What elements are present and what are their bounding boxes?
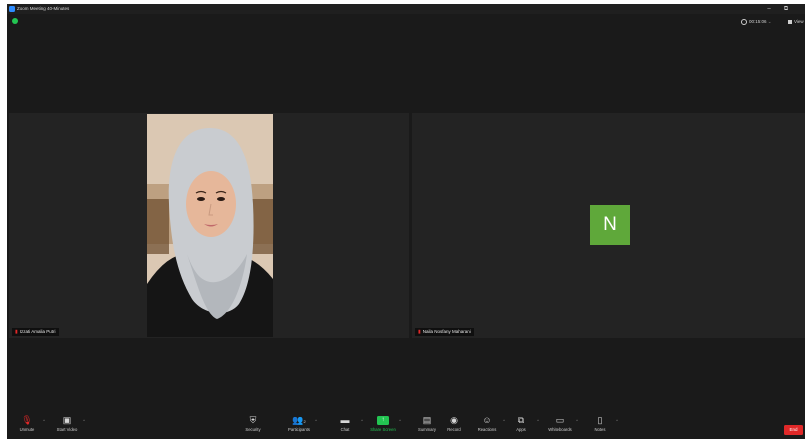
share-screen-icon: ↑	[377, 416, 389, 425]
window-title: Zoom Meeting 40-Minutes	[17, 6, 70, 11]
participant-name: Naila Nosfany Maharani	[422, 329, 471, 334]
chevron-up-icon[interactable]: ^	[576, 418, 578, 423]
notes-icon: ▯	[597, 415, 603, 425]
mic-muted-icon: ▮	[15, 329, 18, 335]
mic-muted-icon: ▮	[418, 329, 421, 335]
avatar: N	[590, 205, 630, 245]
minimize-button[interactable]: –	[762, 4, 776, 14]
zoom-logo-icon	[9, 6, 15, 12]
start-video-label: Start Video	[56, 427, 78, 432]
chat-label: Chat	[340, 427, 350, 432]
shield-icon: ⛨	[249, 415, 257, 425]
zoom-meeting-window: Zoom Meeting 40-Minutes – ⧉ 00:15:06 ⌄ V…	[7, 4, 805, 439]
clock-icon	[741, 18, 747, 25]
participant-name: Izzati Amalia Putri	[19, 329, 56, 334]
participant-name-tag: ▮ Naila Nosfany Maharani	[415, 328, 474, 336]
start-video-button[interactable]: ▣ Start Video ^	[47, 414, 87, 438]
participants-button[interactable]: 👥2 Participants ^	[279, 414, 319, 438]
participants-count: 2	[303, 419, 306, 424]
chevron-up-icon[interactable]: ^	[616, 418, 618, 423]
security-label: Security	[245, 427, 261, 432]
participant-name-tag: ▮ Izzati Amalia Putri	[12, 328, 59, 336]
security-button[interactable]: ⛨ Security	[233, 414, 273, 438]
participants-label: Participants	[288, 427, 310, 432]
timer-text: 00:15:06	[749, 19, 767, 24]
view-label: View	[794, 19, 804, 24]
chat-button[interactable]: ▬ Chat ^	[325, 414, 365, 438]
encryption-shield-icon[interactable]	[12, 18, 18, 24]
share-screen-button[interactable]: ↑ Share Screen ^	[363, 414, 403, 438]
view-button[interactable]: View	[788, 17, 804, 27]
notes-label: Notes	[594, 427, 606, 432]
grid-view-icon	[788, 19, 792, 24]
whiteboards-button[interactable]: ▭ Whiteboards ^	[540, 414, 580, 438]
whiteboard-icon: ▭	[555, 415, 565, 425]
whiteboards-label: Whiteboards	[548, 427, 572, 432]
title-bar: Zoom Meeting 40-Minutes – ⧉	[7, 4, 805, 14]
participant-video	[147, 114, 273, 337]
video-tile-naila[interactable]: N ▮ Naila Nosfany Maharani	[412, 113, 805, 338]
end-meeting-button[interactable]: End	[784, 425, 803, 435]
meeting-timer[interactable]: 00:15:06 ⌄	[741, 17, 772, 27]
apps-icon: ⧉	[517, 415, 525, 425]
chevron-up-icon[interactable]: ^	[83, 418, 85, 423]
unmute-label: Unmute	[19, 427, 35, 432]
maximize-button[interactable]: ⧉	[779, 4, 793, 14]
chat-icon: ▬	[340, 415, 350, 425]
apps-button[interactable]: ⧉ Apps ^	[501, 414, 541, 438]
people-icon: 👥2	[292, 415, 306, 425]
video-off-icon: ▣	[62, 415, 72, 425]
meeting-toolbar: 🎙 Unmute ^ ▣ Start Video ^ ⛨ Security 👥2…	[7, 412, 805, 439]
share-screen-label: Share Screen	[370, 427, 396, 432]
mic-off-icon: 🎙	[21, 415, 33, 425]
chevron-up-icon[interactable]: ^	[315, 418, 317, 423]
apps-label: Apps	[516, 427, 526, 432]
notes-button[interactable]: ▯ Notes ^	[580, 414, 620, 438]
video-tile-izzati[interactable]: ▮ Izzati Amalia Putri	[9, 113, 409, 338]
participant-photo	[147, 114, 273, 337]
unmute-button[interactable]: 🎙 Unmute ^	[7, 414, 47, 438]
chevron-up-icon[interactable]: ^	[43, 418, 45, 423]
chevron-up-icon[interactable]: ^	[537, 418, 539, 423]
chevron-up-icon[interactable]: ^	[399, 418, 401, 423]
